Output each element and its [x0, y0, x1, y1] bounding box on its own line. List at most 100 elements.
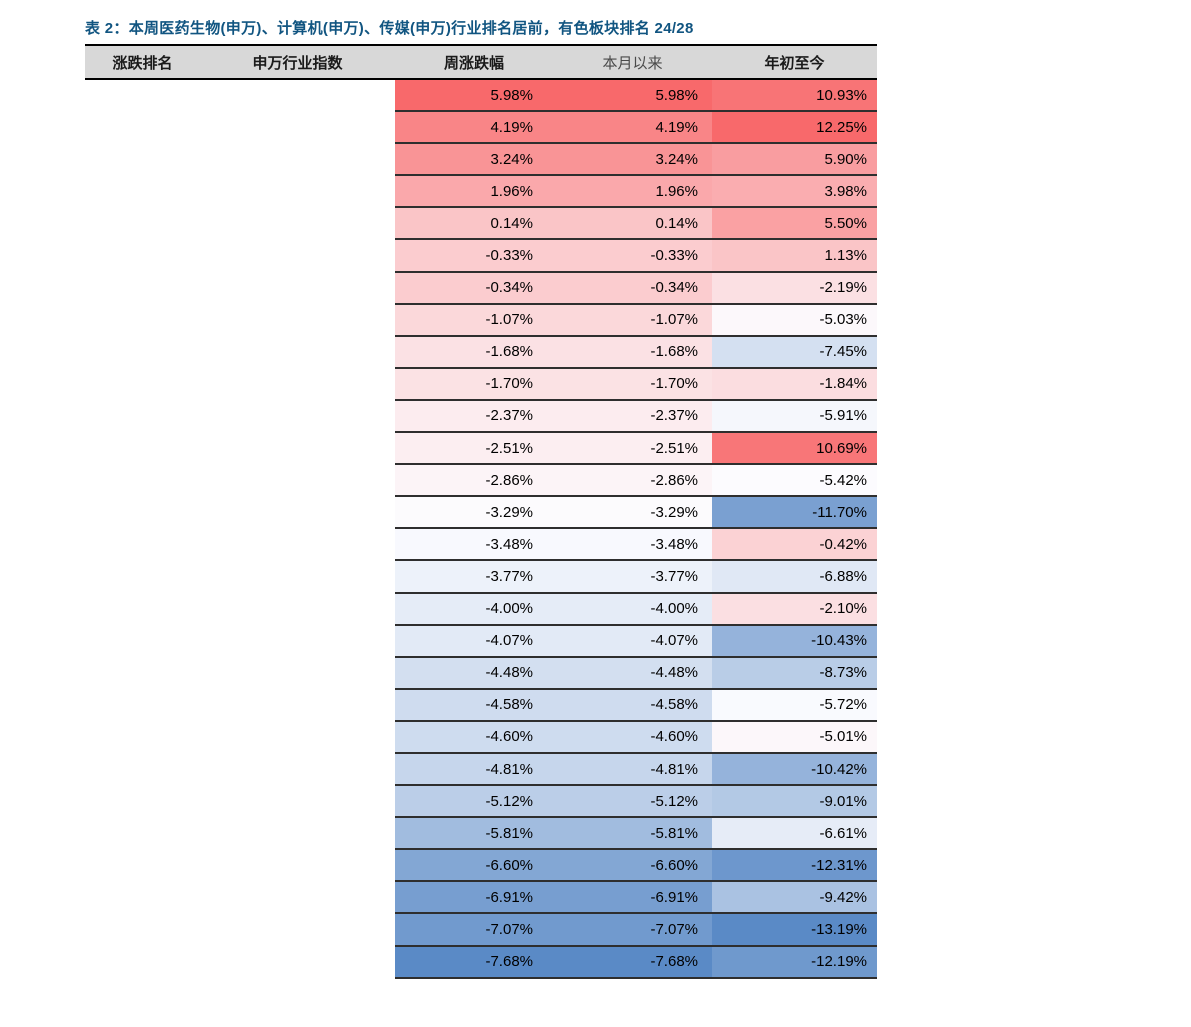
industry-cell: [200, 79, 395, 111]
year-to-date-cell: -9.01%: [712, 785, 877, 817]
month-to-date-cell: -6.91%: [553, 881, 712, 913]
table-row: -3.48%-3.48%-0.42%: [85, 528, 877, 560]
table-row: -6.91%-6.91%-9.42%: [85, 881, 877, 913]
rank-cell: [85, 560, 200, 592]
industry-cell: [200, 721, 395, 753]
table-body: 5.98%5.98%10.93%4.19%4.19%12.25%3.24%3.2…: [85, 79, 877, 978]
rank-cell: [85, 913, 200, 945]
week-change-cell: -1.70%: [395, 368, 553, 400]
industry-cell: [200, 368, 395, 400]
month-to-date-cell: -3.29%: [553, 496, 712, 528]
year-to-date-cell: 12.25%: [712, 111, 877, 143]
week-change-cell: -2.37%: [395, 400, 553, 432]
table-caption: 表 2：本周医药生物(申万)、计算机(申万)、传媒(申万)行业排名居前，有色板块…: [85, 17, 694, 38]
industry-cell: [200, 817, 395, 849]
table-row: 1.96%1.96%3.98%: [85, 175, 877, 207]
week-change-cell: -4.48%: [395, 657, 553, 689]
industry-cell: [200, 272, 395, 304]
year-to-date-cell: -6.61%: [712, 817, 877, 849]
month-to-date-cell: -4.60%: [553, 721, 712, 753]
year-to-date-cell: -12.19%: [712, 946, 877, 978]
year-to-date-cell: -2.10%: [712, 593, 877, 625]
month-to-date-cell: -4.48%: [553, 657, 712, 689]
rank-cell: [85, 496, 200, 528]
year-to-date-cell: -12.31%: [712, 849, 877, 881]
table-row: -3.77%-3.77%-6.88%: [85, 560, 877, 592]
industry-cell: [200, 111, 395, 143]
year-to-date-cell: 5.90%: [712, 143, 877, 175]
year-to-date-cell: 10.69%: [712, 432, 877, 464]
year-to-date-cell: -8.73%: [712, 657, 877, 689]
rank-cell: [85, 817, 200, 849]
rank-cell: [85, 528, 200, 560]
rank-cell: [85, 881, 200, 913]
year-to-date-cell: 1.13%: [712, 239, 877, 271]
rank-cell: [85, 207, 200, 239]
year-to-date-cell: -2.19%: [712, 272, 877, 304]
rank-cell: [85, 175, 200, 207]
industry-rank-table: 涨跌排名 申万行业指数 周涨跌幅 本月以来 年初至今 5.98%5.98%10.…: [85, 44, 877, 979]
rank-cell: [85, 79, 200, 111]
industry-cell: [200, 400, 395, 432]
table-row: 3.24%3.24%5.90%: [85, 143, 877, 175]
year-to-date-cell: -5.03%: [712, 304, 877, 336]
rank-cell: [85, 625, 200, 657]
year-to-date-cell: -5.91%: [712, 400, 877, 432]
month-to-date-cell: -4.00%: [553, 593, 712, 625]
header-industry-index: 申万行业指数: [200, 45, 395, 79]
table-row: -5.81%-5.81%-6.61%: [85, 817, 877, 849]
industry-cell: [200, 657, 395, 689]
month-to-date-cell: -7.07%: [553, 913, 712, 945]
rank-cell: [85, 432, 200, 464]
month-to-date-cell: -4.58%: [553, 689, 712, 721]
header-row: 涨跌排名 申万行业指数 周涨跌幅 本月以来 年初至今: [85, 45, 877, 79]
industry-cell: [200, 913, 395, 945]
table-row: -7.68%-7.68%-12.19%: [85, 946, 877, 978]
industry-cell: [200, 304, 395, 336]
week-change-cell: -4.58%: [395, 689, 553, 721]
year-to-date-cell: -5.42%: [712, 464, 877, 496]
rank-cell: [85, 143, 200, 175]
header-week-change: 周涨跌幅: [395, 45, 553, 79]
week-change-cell: -3.29%: [395, 496, 553, 528]
table-row: -2.51%-2.51%10.69%: [85, 432, 877, 464]
month-to-date-cell: -1.70%: [553, 368, 712, 400]
year-to-date-cell: -10.42%: [712, 753, 877, 785]
week-change-cell: -3.48%: [395, 528, 553, 560]
table-row: -7.07%-7.07%-13.19%: [85, 913, 877, 945]
table-row: -4.81%-4.81%-10.42%: [85, 753, 877, 785]
table-row: 5.98%5.98%10.93%: [85, 79, 877, 111]
week-change-cell: 1.96%: [395, 175, 553, 207]
industry-cell: [200, 207, 395, 239]
table-row: -4.07%-4.07%-10.43%: [85, 625, 877, 657]
industry-cell: [200, 881, 395, 913]
week-change-cell: 4.19%: [395, 111, 553, 143]
table-row: -4.58%-4.58%-5.72%: [85, 689, 877, 721]
rank-cell: [85, 272, 200, 304]
week-change-cell: -4.00%: [395, 593, 553, 625]
week-change-cell: -2.51%: [395, 432, 553, 464]
week-change-cell: -6.60%: [395, 849, 553, 881]
week-change-cell: -6.91%: [395, 881, 553, 913]
table-row: -0.33%-0.33%1.13%: [85, 239, 877, 271]
table-row: 0.14%0.14%5.50%: [85, 207, 877, 239]
week-change-cell: -4.60%: [395, 721, 553, 753]
week-change-cell: -7.68%: [395, 946, 553, 978]
month-to-date-cell: 4.19%: [553, 111, 712, 143]
industry-cell: [200, 496, 395, 528]
rank-cell: [85, 849, 200, 881]
month-to-date-cell: -3.77%: [553, 560, 712, 592]
week-change-cell: -5.81%: [395, 817, 553, 849]
month-to-date-cell: -2.37%: [553, 400, 712, 432]
rank-cell: [85, 593, 200, 625]
header-year-to-date: 年初至今: [712, 45, 877, 79]
table-row: -6.60%-6.60%-12.31%: [85, 849, 877, 881]
rank-cell: [85, 464, 200, 496]
month-to-date-cell: -0.34%: [553, 272, 712, 304]
header-rank: 涨跌排名: [85, 45, 200, 79]
rank-cell: [85, 111, 200, 143]
rank-cell: [85, 336, 200, 368]
month-to-date-cell: -6.60%: [553, 849, 712, 881]
month-to-date-cell: -2.51%: [553, 432, 712, 464]
rank-cell: [85, 657, 200, 689]
